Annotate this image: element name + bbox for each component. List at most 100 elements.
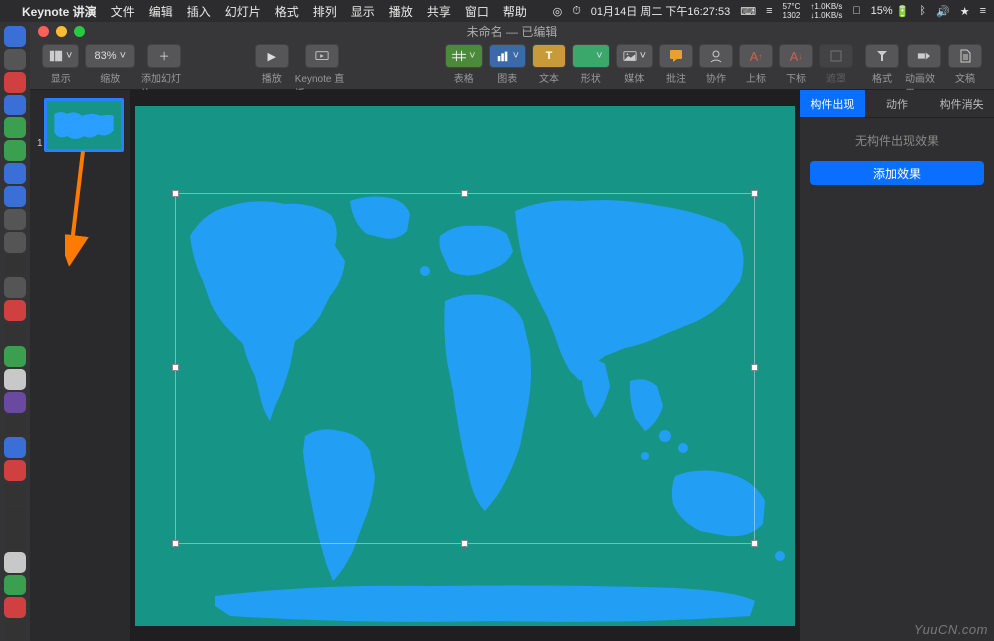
format-label: 格式 <box>872 70 892 85</box>
menu-play[interactable]: 播放 <box>389 3 413 20</box>
menu-view[interactable]: 显示 <box>351 3 375 20</box>
animate-button[interactable] <box>907 44 941 68</box>
menu-file[interactable]: 文件 <box>111 3 135 20</box>
dock-item[interactable] <box>4 117 26 138</box>
window-title: 未命名 — 已编辑 <box>467 23 558 40</box>
dock-item[interactable] <box>4 140 26 161</box>
zoom-button[interactable]: 83% ˅ <box>85 44 135 68</box>
keynote-live-button[interactable] <box>305 44 339 68</box>
tab-action[interactable]: 动作 <box>865 90 930 117</box>
net-down: 1.0KB/s <box>814 11 842 20</box>
dock-item[interactable] <box>4 255 26 276</box>
content-area: 1 <box>30 90 994 641</box>
menu-format[interactable]: 格式 <box>275 3 299 20</box>
dock-item[interactable] <box>4 437 26 458</box>
table-label: 表格 <box>454 70 474 85</box>
play-button[interactable]: ▶ <box>255 44 289 68</box>
dock-item[interactable] <box>4 597 26 618</box>
collab-button[interactable] <box>699 44 733 68</box>
resize-handle-se[interactable] <box>751 540 758 547</box>
tab-build-out[interactable]: 构件消失 <box>929 90 994 117</box>
dock-item[interactable] <box>4 483 26 504</box>
clock-text: 01月14日 周二 下午16:27:53 <box>591 3 730 19</box>
menu-window[interactable]: 窗口 <box>465 3 489 20</box>
dock-item[interactable] <box>4 72 26 93</box>
dock-item[interactable] <box>4 346 26 367</box>
dock-item[interactable] <box>4 26 26 47</box>
menu-slide[interactable]: 幻灯片 <box>225 3 261 20</box>
slide-number: 1 <box>37 138 43 149</box>
close-button[interactable] <box>38 26 49 37</box>
dock-item[interactable] <box>4 300 26 321</box>
dock-item[interactable] <box>4 529 26 550</box>
dock-item[interactable] <box>4 575 26 596</box>
menu-help[interactable]: 帮助 <box>503 3 527 20</box>
slide[interactable] <box>135 106 795 626</box>
dock-item[interactable] <box>4 186 26 207</box>
resize-handle-ne[interactable] <box>751 190 758 197</box>
selection-box[interactable] <box>175 193 755 544</box>
dock-item[interactable] <box>4 163 26 184</box>
star-icon[interactable]: ★ <box>960 5 970 18</box>
document-button[interactable] <box>948 44 982 68</box>
resize-handle-w[interactable] <box>172 364 179 371</box>
dock-item[interactable] <box>4 392 26 413</box>
menu-share[interactable]: 共享 <box>427 3 451 20</box>
volume-icon[interactable]: 🔊 <box>936 5 950 18</box>
dock-item[interactable] <box>4 95 26 116</box>
text-button[interactable]: T <box>532 44 566 68</box>
app-name[interactable]: Keynote 讲演 <box>22 3 97 20</box>
add-effect-button[interactable]: 添加效果 <box>810 161 984 185</box>
view-button[interactable]: ˅ <box>42 44 79 68</box>
slide-thumbnail-1[interactable]: 1 <box>44 98 124 152</box>
comment-button[interactable] <box>659 44 693 68</box>
inspector-panel: 构件出现 动作 构件消失 无构件出现效果 添加效果 <box>800 90 994 641</box>
table-button[interactable]: ˅ <box>445 44 482 68</box>
resize-handle-sw[interactable] <box>172 540 179 547</box>
dock-item[interactable] <box>4 323 26 344</box>
menu-arrange[interactable]: 排列 <box>313 3 337 20</box>
dock-item[interactable] <box>4 232 26 253</box>
dock-item[interactable] <box>4 369 26 390</box>
chart-label: 图表 <box>497 70 517 85</box>
dock-item[interactable] <box>4 460 26 481</box>
wifi-icon[interactable]: 􀙇 <box>852 5 860 17</box>
resize-handle-e[interactable] <box>751 364 758 371</box>
canvas[interactable] <box>130 90 800 641</box>
maximize-button[interactable] <box>74 26 85 37</box>
siri-icon[interactable]: ◎ <box>553 5 563 18</box>
superscript-button[interactable]: A↑ <box>739 44 773 68</box>
menu-edit[interactable]: 编辑 <box>149 3 173 20</box>
resize-handle-s[interactable] <box>461 540 468 547</box>
dock-item[interactable] <box>4 506 26 527</box>
subscript-label: 下标 <box>786 70 806 85</box>
media-button[interactable]: ˅ <box>616 44 653 68</box>
keyboard-icon[interactable]: ⌨ <box>740 5 756 18</box>
dashes-icon: ≡ <box>766 5 772 17</box>
bluetooth-icon[interactable]: ᛒ <box>919 5 926 17</box>
add-slide-button[interactable]: ＋ <box>147 44 181 68</box>
dock-item[interactable] <box>4 49 26 70</box>
shape-label: 形状 <box>581 70 601 85</box>
format-button[interactable] <box>865 44 899 68</box>
minimize-button[interactable] <box>56 26 67 37</box>
play-label: 播放 <box>262 70 282 85</box>
dock-item[interactable] <box>4 277 26 298</box>
dock-item[interactable] <box>4 209 26 230</box>
view-label: 显示 <box>51 70 71 85</box>
clock-icon[interactable]: ⏱ <box>572 5 581 18</box>
dock <box>0 22 30 641</box>
resize-handle-n[interactable] <box>461 190 468 197</box>
menu-insert[interactable]: 插入 <box>187 3 211 20</box>
battery-status[interactable]: 15% 🔋 <box>871 5 910 18</box>
resize-handle-nw[interactable] <box>172 190 179 197</box>
dock-item[interactable] <box>4 552 26 573</box>
tab-build-in[interactable]: 构件出现 <box>800 90 865 117</box>
shape-button[interactable]: ˅ <box>572 44 609 68</box>
chart-button[interactable]: ˅ <box>489 44 526 68</box>
dock-item[interactable] <box>4 415 26 436</box>
menu-extra-icon[interactable]: ≡ <box>980 5 986 17</box>
dock-item[interactable] <box>4 620 26 641</box>
subscript-button[interactable]: A↓ <box>779 44 813 68</box>
comment-label: 批注 <box>666 70 686 85</box>
